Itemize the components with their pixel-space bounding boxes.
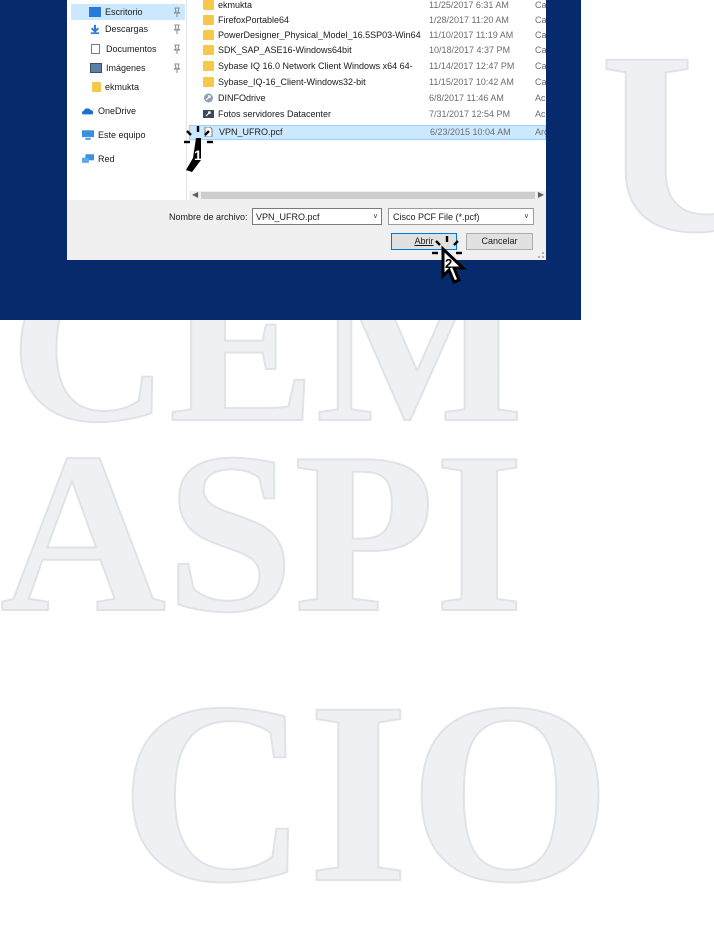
file-row[interactable]: DINFOdrive 6/8/2017 11:46 AM Ac [189, 91, 546, 106]
file-type: Ca [535, 0, 546, 10]
file-date: 7/31/2017 12:54 PM [429, 109, 511, 119]
pin-icon [173, 7, 181, 17]
file-name: DINFOdrive [218, 93, 266, 103]
nav-item-este-equipo[interactable]: Este equipo [71, 127, 185, 143]
nav-item-onedrive[interactable]: OneDrive [71, 103, 185, 119]
nav-item-label: Este equipo [98, 130, 146, 140]
file-date: 11/15/2017 10:42 AM [429, 77, 514, 87]
file-row[interactable]: FirefoxPortable64 1/28/2017 11:20 AM Ca [189, 13, 546, 28]
open-file-dialog: Escritorio Descargas Documentos Imágenes [67, 0, 546, 260]
nav-item-label: OneDrive [98, 106, 137, 116]
file-date: 6/23/2015 10:04 AM [430, 127, 511, 137]
file-name: Sybase IQ 16.0 Network Client Windows x6… [218, 61, 413, 71]
computer-icon [82, 130, 94, 140]
nav-item-label: Imágenes [106, 63, 146, 73]
filename-input[interactable]: VPN_UFRO.pcf ∨ [252, 208, 382, 225]
folder-icon [203, 61, 214, 71]
folder-icon [203, 77, 214, 87]
file-date: 6/8/2017 11:46 AM [429, 93, 504, 103]
svg-text:CIO: CIO [120, 649, 611, 937]
file-type: Arc [535, 127, 546, 137]
folder-icon [203, 15, 214, 25]
onedrive-icon [82, 108, 94, 115]
browser-pane: Escritorio Descargas Documentos Imágenes [67, 0, 546, 200]
filter-value: Cisco PCF File (*.pcf) [393, 212, 480, 222]
folder-icon [203, 30, 214, 40]
file-type: Ca [535, 30, 546, 40]
cursor-annotation-step-2: 2 [432, 236, 467, 284]
resize-grip[interactable] [538, 252, 544, 258]
nav-item-documentos[interactable]: Documentos [71, 41, 185, 57]
cursor-annotation-step-1: 1 [184, 126, 213, 172]
folder-icon [203, 45, 214, 55]
download-icon [90, 24, 100, 34]
file-row[interactable]: SDK_SAP_ASE16-Windows64bit 10/18/2017 4:… [189, 43, 546, 58]
file-type: Ac [535, 109, 546, 119]
file-date: 1/28/2017 11:20 AM [429, 15, 509, 25]
chevron-down-icon[interactable]: ∨ [373, 212, 378, 220]
documents-icon [91, 44, 100, 54]
file-date: 11/25/2017 6:31 AM [429, 0, 509, 10]
file-list: ekmukta 11/25/2017 6:31 AM Ca FirefoxPor… [189, 0, 546, 190]
step-number: 1 [194, 147, 202, 163]
file-row[interactable]: PowerDesigner_Physical_Model_16.5SP03-Wi… [189, 28, 546, 43]
file-row[interactable]: Sybase_IQ-16_Client-Windows32-bit 11/15/… [189, 75, 546, 90]
filename-label: Nombre de archivo: [169, 212, 248, 222]
nav-item-escritorio[interactable]: Escritorio [71, 4, 185, 20]
nav-item-ekmukta[interactable]: ekmukta [71, 79, 185, 95]
chevron-down-icon: ∨ [523, 213, 529, 220]
cancel-button[interactable]: Cancelar [466, 233, 533, 250]
nav-item-imagenes[interactable]: Imágenes [71, 60, 185, 76]
horizontal-scrollbar[interactable]: ◀ ▶ [189, 190, 546, 200]
scrollbar-thumb[interactable] [201, 192, 535, 199]
folder-icon [203, 0, 214, 10]
file-name: FirefoxPortable64 [218, 15, 290, 25]
file-name: Fotos servidores Datacenter [218, 109, 332, 119]
file-date: 11/10/2017 11:19 AM [429, 30, 514, 40]
nav-item-label: Red [98, 154, 115, 164]
filename-value: VPN_UFRO.pcf [256, 212, 320, 222]
svg-text:U: U [600, 0, 714, 287]
nav-item-label: ekmukta [105, 82, 140, 92]
file-type-filter[interactable]: Cisco PCF File (*.pcf) ∨ [388, 208, 534, 225]
scroll-right-icon[interactable]: ▶ [538, 190, 544, 199]
file-type: Ac [535, 93, 546, 103]
file-name: ekmukta [218, 0, 253, 10]
file-name: Sybase_IQ-16_Client-Windows32-bit [218, 77, 366, 87]
network-icon [82, 154, 94, 163]
file-row[interactable]: Sybase IQ 16.0 Network Client Windows x6… [189, 59, 546, 74]
file-name: VPN_UFRO.pcf [219, 127, 283, 137]
file-name: PowerDesigner_Physical_Model_16.5SP03-Wi… [218, 30, 421, 40]
file-row-selected[interactable]: VPN_UFRO.pcf 6/23/2015 10:04 AM Arc [189, 125, 546, 140]
nav-item-red[interactable]: Red [71, 151, 185, 167]
pin-icon [173, 24, 181, 34]
file-type: Ca [535, 61, 546, 71]
file-date: 10/18/2017 4:37 PM [429, 45, 511, 55]
navigation-pane: Escritorio Descargas Documentos Imágenes [67, 0, 187, 200]
file-type: Ca [535, 15, 546, 25]
step-number: 2 [445, 256, 452, 271]
file-date: 11/14/2017 12:47 PM [429, 61, 515, 71]
pictures-icon [90, 63, 102, 73]
shortcut-icon [204, 93, 213, 103]
nav-item-descargas[interactable]: Descargas [71, 21, 185, 37]
pin-icon [173, 44, 181, 54]
nav-item-label: Descargas [105, 24, 149, 34]
file-type: Ca [535, 77, 546, 87]
file-row[interactable]: ekmukta 11/25/2017 6:31 AM Ca [189, 0, 546, 13]
svg-text:ASPI: ASPI [0, 405, 524, 660]
nav-item-label: Escritorio [105, 7, 143, 17]
pin-icon [173, 63, 181, 73]
shortcut-icon [203, 110, 214, 118]
nav-item-label: Documentos [106, 44, 157, 54]
file-name: SDK_SAP_ASE16-Windows64bit [218, 45, 352, 55]
file-row[interactable]: Fotos servidores Datacenter 7/31/2017 12… [189, 107, 546, 122]
desktop-icon [89, 7, 101, 17]
file-type: Ca [535, 45, 546, 55]
folder-icon [92, 82, 101, 92]
scroll-left-icon[interactable]: ◀ [192, 190, 198, 199]
